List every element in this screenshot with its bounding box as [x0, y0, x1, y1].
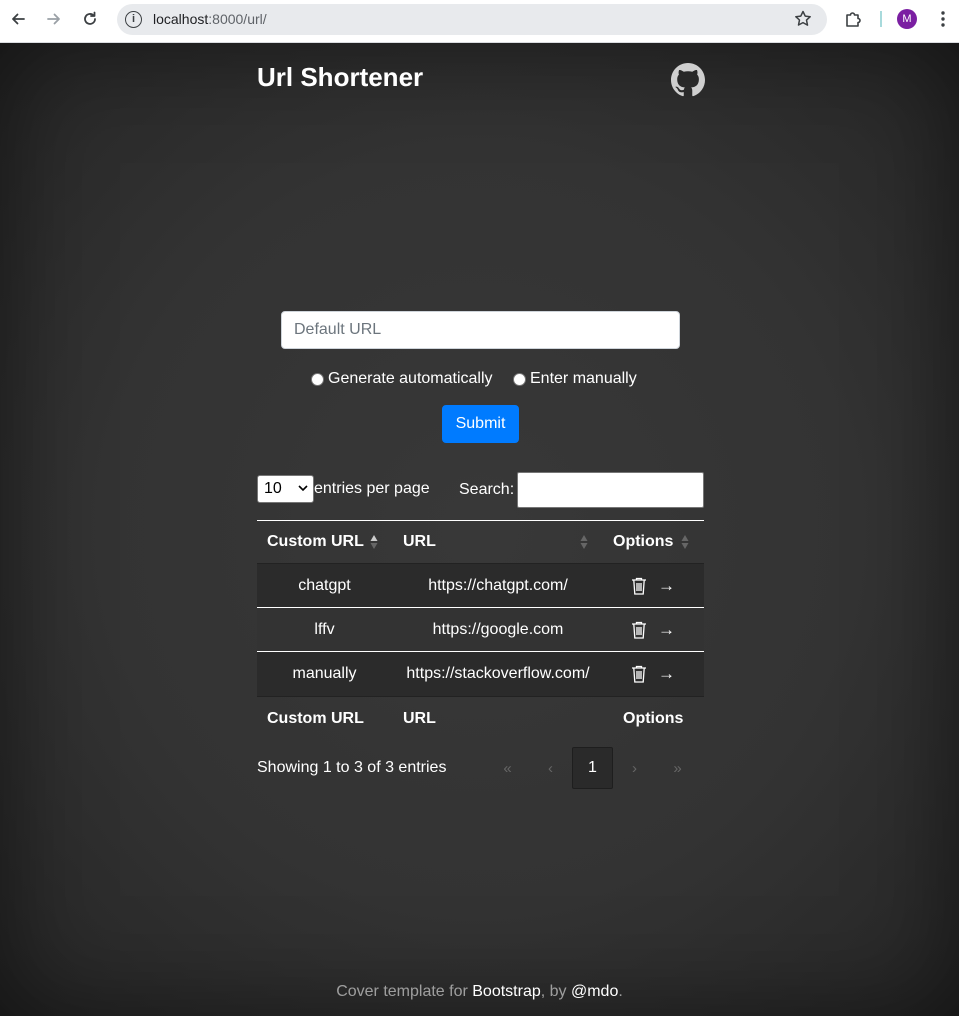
sort-icon[interactable] — [580, 534, 588, 550]
forward-icon[interactable] — [43, 8, 65, 30]
address-bar[interactable]: i localhost:8000/url/ — [117, 4, 827, 35]
trash-icon[interactable] — [630, 664, 648, 684]
pagination: « ‹ 1 › » — [486, 747, 699, 789]
table-header-row: Custom URL URL Options — [257, 520, 704, 564]
extensions-icon[interactable] — [843, 9, 863, 29]
back-icon[interactable] — [7, 8, 29, 30]
first-page-button[interactable]: « — [486, 747, 529, 789]
table-info: Showing 1 to 3 of 3 entries — [257, 759, 447, 776]
custom-url-cell: manually — [292, 665, 357, 682]
author-link[interactable]: @mdo — [571, 983, 618, 1000]
header-custom-url[interactable]: Custom URL — [267, 533, 364, 551]
url-cell: https://stackoverflow.com/ — [406, 665, 590, 682]
row-options: → — [630, 620, 675, 640]
profile-avatar[interactable]: M — [897, 9, 917, 29]
browser-toolbar: i localhost:8000/url/ M — [0, 0, 959, 43]
footer-text: , by — [540, 983, 571, 1000]
submit-button[interactable]: Submit — [442, 405, 519, 443]
generate-auto-label: Generate automatically — [328, 370, 493, 387]
custom-url-cell: lffv — [314, 620, 335, 638]
generate-auto-radio[interactable] — [311, 372, 324, 386]
search-input[interactable] — [517, 472, 704, 508]
enter-manual-label: Enter manually — [530, 370, 637, 387]
search-label: Search: — [459, 481, 515, 498]
row-options: → — [630, 664, 675, 684]
footer-url: URL — [403, 709, 436, 727]
enter-manual-option[interactable]: Enter manually — [513, 369, 637, 389]
footer-text: Cover template for — [336, 983, 473, 1000]
footer-options: Options — [623, 709, 684, 727]
arrow-right-icon[interactable]: → — [658, 621, 675, 638]
reload-icon[interactable] — [79, 8, 101, 30]
table-row: manually https://stackoverflow.com/ → — [257, 652, 704, 696]
url-cell: https://google.com — [432, 620, 564, 638]
address-text[interactable]: localhost:8000/url/ — [153, 11, 267, 27]
browser-menu-icon[interactable] — [934, 9, 952, 29]
sort-asc-icon[interactable] — [370, 534, 378, 550]
table-row: lffv https://google.com → — [257, 608, 704, 652]
footer-custom-url: Custom URL — [267, 709, 364, 727]
footer-text: . — [618, 983, 623, 1000]
arrow-right-icon[interactable]: → — [658, 665, 675, 682]
table-footer-row: Custom URL URL Options — [257, 696, 704, 740]
url-cell: https://chatgpt.com/ — [428, 576, 568, 594]
row-options: → — [630, 576, 675, 596]
table-row: chatgpt https://chatgpt.com/ → — [257, 564, 704, 608]
entries-per-page-select[interactable]: 10 — [257, 475, 314, 503]
header-options[interactable]: Options — [613, 533, 673, 551]
bookmark-star-icon[interactable] — [793, 9, 813, 29]
per-page-value: 10 — [264, 480, 282, 497]
page-footer: Cover template for Bootstrap, by @mdo. — [0, 983, 959, 1001]
per-page-label: entries per page — [314, 480, 430, 497]
enter-manual-radio[interactable] — [513, 372, 526, 386]
last-page-button[interactable]: » — [656, 747, 699, 789]
github-icon[interactable] — [671, 63, 705, 97]
page-title: Url Shortener — [257, 62, 424, 92]
site-info-icon[interactable]: i — [125, 11, 142, 28]
prev-page-button[interactable]: ‹ — [529, 747, 572, 789]
default-url-input[interactable] — [281, 311, 680, 349]
next-page-button[interactable]: › — [613, 747, 656, 789]
bootstrap-link[interactable]: Bootstrap — [472, 983, 540, 1000]
header-url[interactable]: URL — [403, 533, 436, 551]
urls-table: Custom URL URL Options chatgpt https://c… — [257, 520, 704, 740]
toolbar-divider — [880, 11, 882, 27]
arrow-right-icon[interactable]: → — [658, 577, 675, 594]
chevron-down-icon — [298, 485, 308, 492]
trash-icon[interactable] — [630, 576, 648, 596]
page-1-button[interactable]: 1 — [572, 747, 613, 789]
custom-url-cell: chatgpt — [298, 576, 351, 594]
sort-icon[interactable] — [681, 534, 689, 550]
page-body: Url Shortener Generate automatically Ent… — [0, 43, 959, 1016]
trash-icon[interactable] — [630, 620, 648, 640]
generate-auto-option[interactable]: Generate automatically — [311, 369, 493, 389]
